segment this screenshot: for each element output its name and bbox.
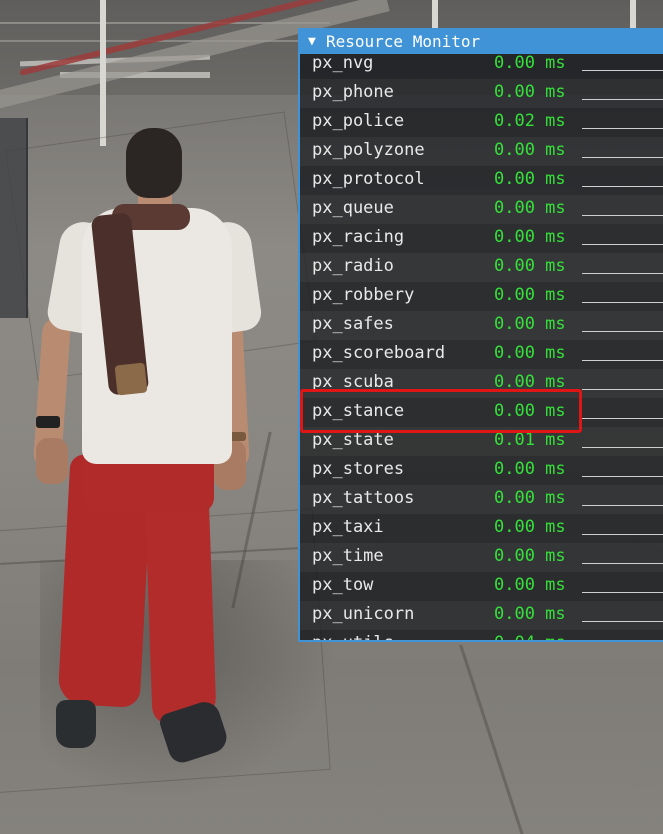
resource-time: 0.00 ms [494, 169, 566, 189]
resource-name: px_nvg [312, 53, 374, 73]
triangle-down-icon[interactable]: ▼ [308, 34, 320, 49]
resource-row: px_police 0.02 ms [300, 108, 663, 137]
resource-list[interactable]: px_nvg 0.00 ms px_phone 0.00 ms px_police 0.0… [300, 50, 663, 640]
resource-time: 0.00 ms [494, 314, 566, 334]
sign-pole [100, 0, 106, 146]
resource-graph-line [582, 331, 663, 332]
resource-time: 0.00 ms [494, 256, 566, 276]
resource-graph-line [582, 476, 663, 477]
resource-time: 0.00 ms [494, 517, 566, 537]
resource-graph-line [582, 563, 663, 564]
resource-row: px_scoreboard 0.00 ms [300, 340, 663, 369]
resource-name: px_stores [312, 459, 405, 479]
resource-time: 0.00 ms [494, 198, 566, 218]
resource-monitor-titlebar[interactable]: ▼ Resource Monitor [300, 28, 663, 54]
resource-time: 0.00 ms [494, 343, 566, 363]
resource-time: 0.00 ms [494, 488, 566, 508]
resource-row: px_stores 0.00 ms [300, 456, 663, 485]
resource-time: 0.00 ms [494, 53, 566, 73]
resource-name: px_time [312, 546, 384, 566]
resource-graph-line [582, 418, 663, 419]
resource-graph-line [582, 99, 663, 100]
resource-graph-line [582, 186, 663, 187]
resource-time: 0.04 ms [494, 633, 566, 640]
highlight-box [300, 389, 582, 433]
resource-row: px_nvg 0.00 ms [300, 50, 663, 79]
resource-name: px_robbery [312, 285, 415, 305]
resource-name: px_scoreboard [312, 343, 446, 363]
scarf-fringe [114, 362, 148, 396]
resource-name: px_radio [312, 256, 394, 276]
resource-time: 0.02 ms [494, 111, 566, 131]
resource-row: px_taxi 0.00 ms [300, 514, 663, 543]
watch [36, 416, 60, 428]
resource-row: px_polyzone 0.00 ms [300, 137, 663, 166]
resource-graph-line [582, 505, 663, 506]
resource-time: 0.00 ms [494, 604, 566, 624]
resource-row: px_tow 0.00 ms [300, 572, 663, 601]
left-hand [36, 438, 68, 484]
resource-row: px_safes 0.00 ms [300, 311, 663, 340]
resource-graph-line [582, 621, 663, 622]
resource-graph-line [582, 128, 663, 129]
resource-time: 0.01 ms [494, 430, 566, 450]
window-title: Resource Monitor [326, 31, 481, 51]
resource-name: px_queue [312, 198, 394, 218]
resource-name: px_safes [312, 314, 394, 334]
resource-time: 0.00 ms [494, 459, 566, 479]
sign-pole [630, 0, 636, 28]
resource-graph-line [582, 389, 663, 390]
resource-name: px_phone [312, 82, 394, 102]
left-shoe [56, 700, 96, 748]
resource-graph-line [582, 592, 663, 593]
resource-graph-line [582, 273, 663, 274]
resource-graph-line [582, 360, 663, 361]
resource-name: px_state [312, 430, 394, 450]
resource-graph-line [582, 302, 663, 303]
head [126, 128, 182, 198]
resource-row: px_tattoos 0.00 ms [300, 485, 663, 514]
resource-row: px_phone 0.00 ms [300, 79, 663, 108]
pavement-crack [459, 644, 524, 834]
resource-name: px_tattoos [312, 488, 415, 508]
resource-name: px_tow [312, 575, 374, 595]
resource-graph-line [582, 244, 663, 245]
resource-graph-line [582, 215, 663, 216]
resource-monitor-window: px_nvg 0.00 ms px_phone 0.00 ms px_police 0.0… [298, 28, 663, 642]
resource-row: px_time 0.00 ms [300, 543, 663, 572]
resource-graph-line [582, 70, 663, 71]
resource-graph-line [582, 447, 663, 448]
resource-name: px_police [312, 111, 405, 131]
resource-row: px_queue 0.00 ms [300, 195, 663, 224]
resource-time: 0.00 ms [494, 546, 566, 566]
sign-pole [432, 0, 438, 28]
resource-row: px_utils 0.04 ms [300, 630, 663, 640]
resource-name: px_utils [312, 633, 394, 640]
resource-name: px_taxi [312, 517, 384, 537]
resource-name: px_polyzone [312, 140, 425, 160]
resource-row: px_radio 0.00 ms [300, 253, 663, 282]
resource-time: 0.00 ms [494, 140, 566, 160]
resource-time: 0.00 ms [494, 575, 566, 595]
resource-time: 0.00 ms [494, 285, 566, 305]
resource-graph-line [582, 157, 663, 158]
resource-time: 0.00 ms [494, 227, 566, 247]
resource-row: px_racing 0.00 ms [300, 224, 663, 253]
resource-graph-line [582, 534, 663, 535]
resource-row: px_protocol 0.00 ms [300, 166, 663, 195]
resource-name: px_protocol [312, 169, 425, 189]
resource-time: 0.00 ms [494, 82, 566, 102]
resource-name: px_racing [312, 227, 405, 247]
resource-name: px_unicorn [312, 604, 415, 624]
resource-row: px_unicorn 0.00 ms [300, 601, 663, 630]
resource-row: px_robbery 0.00 ms [300, 282, 663, 311]
